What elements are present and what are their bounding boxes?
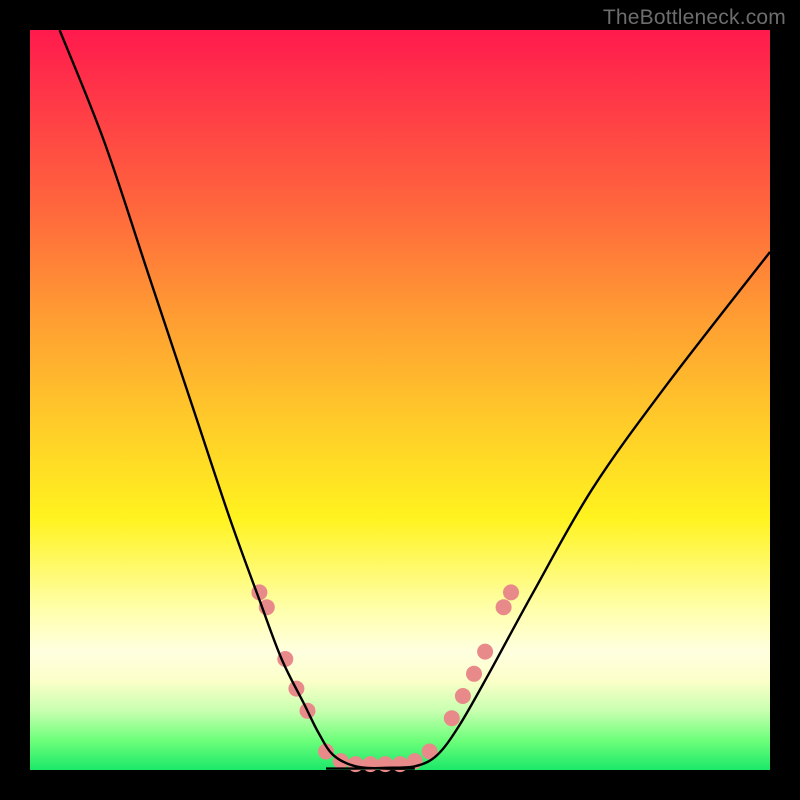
gradient-plot-area — [30, 30, 770, 770]
outer-frame: TheBottleneck.com — [0, 0, 800, 800]
chart-svg — [30, 30, 770, 770]
data-bead — [362, 756, 378, 772]
data-bead — [444, 710, 460, 726]
data-bead — [455, 688, 471, 704]
watermark-text: TheBottleneck.com — [603, 6, 786, 30]
data-bead — [503, 584, 519, 600]
data-bead — [477, 644, 493, 660]
right-curve — [326, 252, 770, 769]
data-bead — [466, 666, 482, 682]
left-curve — [60, 30, 415, 769]
data-bead — [496, 599, 512, 615]
